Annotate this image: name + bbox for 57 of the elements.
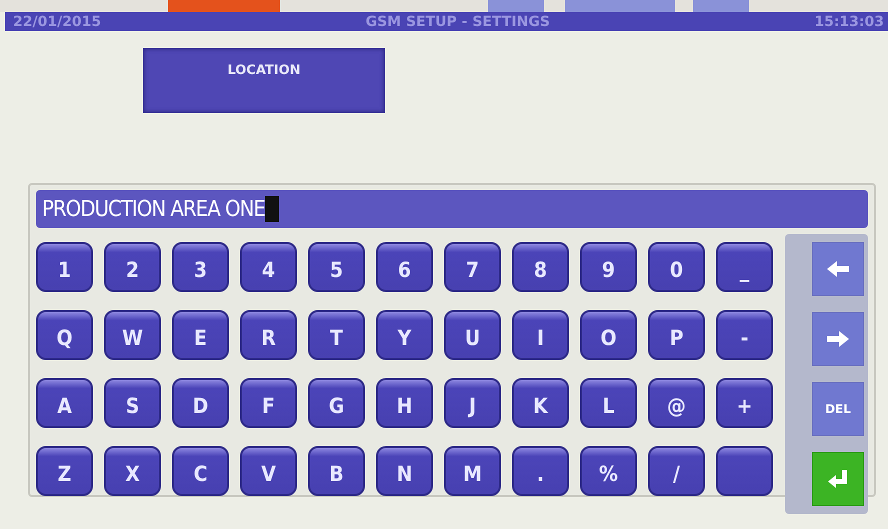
location-button[interactable]: LOCATION [143,48,385,113]
text-cursor [264,196,279,222]
right-arrow-key[interactable] [812,312,864,366]
delete-key[interactable]: DEL [812,382,864,436]
keyboard-key[interactable]: D [172,378,229,428]
text-input-field[interactable]: PRODUCTION AREA ONE [36,190,868,228]
keyboard-key[interactable]: S [104,378,161,428]
right-arrow-icon [826,330,850,348]
keyboard-key[interactable]: - [716,310,773,360]
keyboard-key[interactable]: A [36,378,93,428]
keyboard-key[interactable]: 4 [240,242,297,292]
keyboard-key[interactable]: I [512,310,569,360]
keyboard-key[interactable]: % [580,446,637,496]
keyboard-key[interactable]: Q [36,310,93,360]
keyboard-key[interactable]: _ [716,242,773,292]
left-arrow-icon [826,260,850,278]
enter-icon [827,469,849,489]
keyboard-key[interactable]: M [444,446,501,496]
keyboard-key[interactable]: B [308,446,365,496]
keyboard-key[interactable]: / [648,446,705,496]
keyboard-key[interactable]: U [444,310,501,360]
keyboard-key[interactable]: 7 [444,242,501,292]
keyboard-key[interactable]: O [580,310,637,360]
keyboard-key[interactable]: Y [376,310,433,360]
keyboard-key[interactable]: G [308,378,365,428]
space-key[interactable] [716,446,773,496]
keyboard-key[interactable]: P [648,310,705,360]
keyboard-key[interactable]: N [376,446,433,496]
keyboard-key[interactable]: V [240,446,297,496]
keyboard-key[interactable]: 3 [172,242,229,292]
keyboard-key[interactable]: R [240,310,297,360]
keyboard-key[interactable]: . [512,446,569,496]
keyboard-key[interactable]: 6 [376,242,433,292]
keyboard-key[interactable]: L [580,378,637,428]
keyboard-key[interactable]: 5 [308,242,365,292]
keyboard-key[interactable]: C [172,446,229,496]
screen-title: GSM SETUP - SETTINGS [366,14,550,30]
keyboard-key[interactable]: 1 [36,242,93,292]
keyboard-key[interactable]: F [240,378,297,428]
keyboard-key[interactable]: K [512,378,569,428]
left-arrow-key[interactable] [812,242,864,296]
keyboard-key[interactable]: + [716,378,773,428]
keyboard-key[interactable]: 9 [580,242,637,292]
keyboard-key[interactable]: 8 [512,242,569,292]
keyboard-key[interactable]: H [376,378,433,428]
keyboard-key[interactable]: T [308,310,365,360]
keyboard-key[interactable]: E [172,310,229,360]
keyboard-key[interactable]: J [444,378,501,428]
keyboard-key[interactable]: X [104,446,161,496]
enter-key[interactable] [812,452,864,506]
keyboard-key[interactable]: @ [648,378,705,428]
keyboard-key[interactable]: 0 [648,242,705,292]
header-time: 15:13:03 [814,14,884,30]
keyboard-key[interactable]: W [104,310,161,360]
keyboard-key[interactable]: Z [36,446,93,496]
keyboard-key[interactable]: 2 [104,242,161,292]
header-date: 22/01/2015 [13,14,102,30]
